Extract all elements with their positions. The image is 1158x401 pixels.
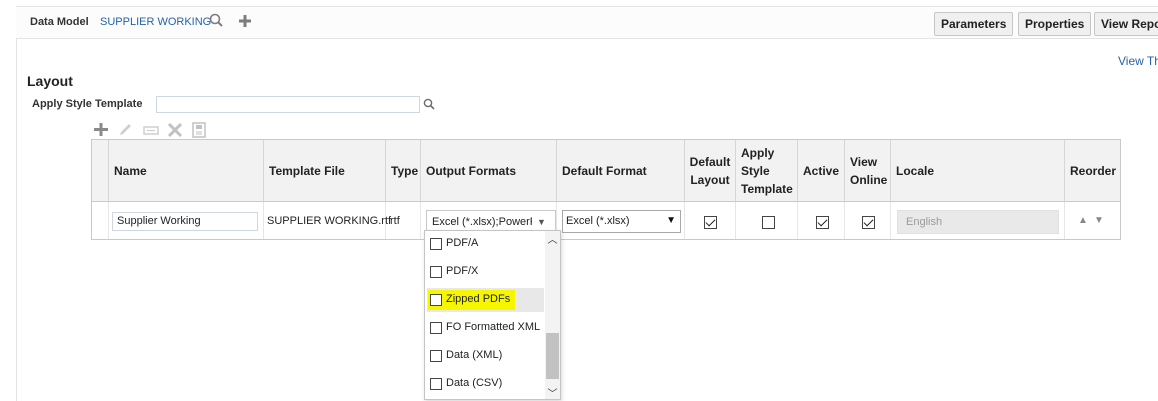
data-model-bar: Data Model SUPPLIER WORKING Parameters P… (16, 6, 1158, 39)
search-icon[interactable] (422, 97, 438, 113)
header-label-view-online: View Online (850, 154, 888, 187)
header-label-locale: Locale (896, 163, 935, 178)
header-label-type: Type (391, 163, 419, 178)
type-value: rtf (390, 215, 400, 227)
header-label-default-format: Default Format (562, 163, 647, 178)
view-thumbnails-link[interactable]: View Th (1118, 54, 1158, 68)
column-header-view-online[interactable]: View Online (845, 140, 891, 202)
chevron-up-icon[interactable]: ︿ (545, 231, 560, 246)
table-toolbar (92, 121, 212, 139)
column-header-selector (92, 140, 109, 202)
header-label-output-formats: Output Formats (426, 163, 516, 178)
dropdown-item-data-csv[interactable]: Data (CSV) (427, 372, 544, 396)
checkbox[interactable] (430, 322, 442, 334)
column-header-default-layout[interactable]: Default Layout (685, 140, 736, 202)
dropdown-item-data-xml[interactable]: Data (XML) (427, 344, 544, 368)
checkbox[interactable] (430, 350, 442, 362)
column-header-type[interactable]: Type (386, 140, 421, 202)
dropdown-item-label: Data (XML) (446, 349, 503, 361)
save-icon[interactable] (190, 121, 208, 139)
header-label-template-file: Template File (269, 163, 345, 178)
section-title: Layout (27, 73, 73, 89)
default-layout-checkbox[interactable] (704, 216, 717, 229)
dropdown-item-label: PDF/A (446, 237, 479, 249)
column-header-name[interactable]: Name (109, 140, 264, 202)
dropdown-item-pdfa[interactable]: PDF/A (427, 232, 544, 256)
data-model-label: Data Model (30, 16, 89, 28)
add-icon[interactable] (236, 12, 254, 32)
locale-field: English (897, 210, 1059, 234)
header-label-reorder: Reorder (1070, 163, 1117, 178)
search-icon[interactable] (208, 12, 226, 32)
header-label-name: Name (114, 163, 147, 178)
column-header-active[interactable]: Active (798, 140, 845, 202)
checkbox[interactable] (430, 238, 442, 250)
dropdown-scrollbar[interactable]: ︿ ﹀ (545, 231, 560, 400)
dropdown-item-label: FO Formatted XML (446, 321, 541, 333)
delete-icon[interactable] (166, 121, 184, 139)
header-label-active: Active (802, 163, 840, 178)
apply-style-template-checkbox[interactable] (762, 216, 775, 229)
dropdown-item-zipped-pdfs[interactable]: Zipped PDFs (427, 288, 544, 312)
output-formats-value: Excel (*.xlsx);PowerPoint (432, 216, 532, 228)
keyboard-icon[interactable] (142, 121, 160, 139)
chevron-down-icon[interactable]: ﹀ (545, 385, 560, 400)
checkbox[interactable] (430, 266, 442, 278)
chevron-down-icon[interactable]: ▼ (537, 217, 546, 227)
active-checkbox[interactable] (816, 216, 829, 229)
default-format-select[interactable]: Excel (*.xlsx) ▼ (562, 210, 681, 233)
view-report-button[interactable]: View Report (1094, 12, 1158, 36)
parameters-button[interactable]: Parameters (934, 12, 1014, 36)
move-down-icon[interactable]: ▼ (1094, 215, 1104, 226)
layout-name-input[interactable]: Supplier Working (112, 212, 258, 231)
dropdown-item-label: PDF/X (446, 265, 479, 277)
data-model-link[interactable]: SUPPLIER WORKING (100, 16, 211, 28)
cell-reorder (1065, 202, 1120, 239)
panel-border (16, 39, 17, 401)
header-label-apply-style-template: Apply Style Template (741, 145, 793, 196)
dropdown-item-label: Zipped PDFs (446, 293, 511, 305)
column-header-reorder[interactable]: Reorder (1065, 140, 1120, 202)
checkbox[interactable] (430, 294, 442, 306)
output-formats-dropdown: PDF/A PDF/X Zipped PDFs FO Formatted XML… (424, 230, 561, 400)
view-online-checkbox[interactable] (862, 216, 875, 229)
dropdown-item-fo-formatted-xml[interactable]: FO Formatted XML (427, 316, 544, 340)
edit-icon[interactable] (117, 121, 135, 139)
template-file-value: SUPPLIER WORKING.rtf (267, 215, 392, 227)
checkbox[interactable] (430, 378, 442, 390)
move-up-icon[interactable]: ▲ (1078, 215, 1088, 226)
column-header-template-file[interactable]: Template File (264, 140, 386, 202)
header-label-default-layout: Default Layout (689, 154, 731, 187)
column-header-apply-style-template[interactable]: Apply Style Template (736, 140, 798, 202)
default-format-value: Excel (*.xlsx) (566, 215, 630, 227)
properties-button[interactable]: Properties (1018, 12, 1092, 36)
column-header-default-format[interactable]: Default Format (557, 140, 685, 202)
dropdown-item-label: Data (CSV) (446, 377, 503, 389)
column-header-output-formats[interactable]: Output Formats (421, 140, 557, 202)
scrollbar-thumb[interactable] (546, 333, 559, 379)
apply-style-template-label: Apply Style Template (32, 98, 143, 110)
dropdown-item-pdfx[interactable]: PDF/X (427, 260, 544, 284)
row-selector[interactable] (92, 202, 109, 239)
chevron-down-icon[interactable]: ▼ (666, 215, 676, 226)
apply-style-template-input[interactable] (156, 96, 420, 113)
column-header-locale[interactable]: Locale (891, 140, 1065, 202)
add-icon[interactable] (92, 121, 110, 139)
